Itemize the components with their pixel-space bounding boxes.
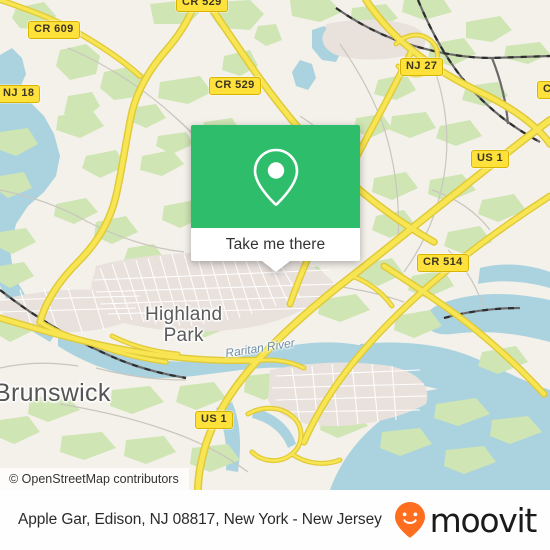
footer-bar: Apple Gar, Edison, NJ 08817, New York - …: [0, 490, 550, 550]
place-label: Highland Park: [145, 304, 222, 346]
moovit-logo[interactable]: moovit: [394, 500, 538, 540]
road-shield: CR 529: [176, 0, 228, 12]
moovit-pin-icon: [394, 502, 425, 538]
place-label-line: Park: [163, 325, 204, 346]
road-shield: CR 514: [417, 254, 469, 272]
place-label: Brunswick: [0, 379, 111, 408]
place-label-line: Brunswick: [0, 379, 111, 407]
road-shield: CR 529: [209, 77, 261, 95]
moovit-wordmark: moovit: [429, 500, 538, 540]
card-icon-area: [191, 125, 360, 228]
location-callout-card[interactable]: Take me there: [191, 125, 360, 272]
take-me-there-button[interactable]: Take me there: [191, 228, 360, 261]
card-pointer-triangle: [261, 261, 290, 272]
road-shield: CR 609: [28, 21, 80, 39]
road-shield: US 1: [471, 150, 510, 168]
location-title: Apple Gar, Edison, NJ 08817, New York - …: [18, 511, 382, 528]
road-shield: NJ 27: [400, 58, 444, 76]
road-shield: US 1: [195, 411, 234, 429]
road-shield: NJ 18: [0, 85, 41, 103]
map-pin-icon: [253, 148, 298, 206]
osm-attribution[interactable]: © OpenStreetMap contributors: [0, 468, 189, 490]
road-shield: C: [537, 81, 550, 99]
map-screenshot: CR 609 CR 529 CR 529 NJ 18 NJ 27 US 1 US 1 CR 5…: [0, 0, 550, 550]
take-me-there-label: Take me there: [225, 235, 326, 253]
place-label-line: Highland: [145, 304, 223, 325]
